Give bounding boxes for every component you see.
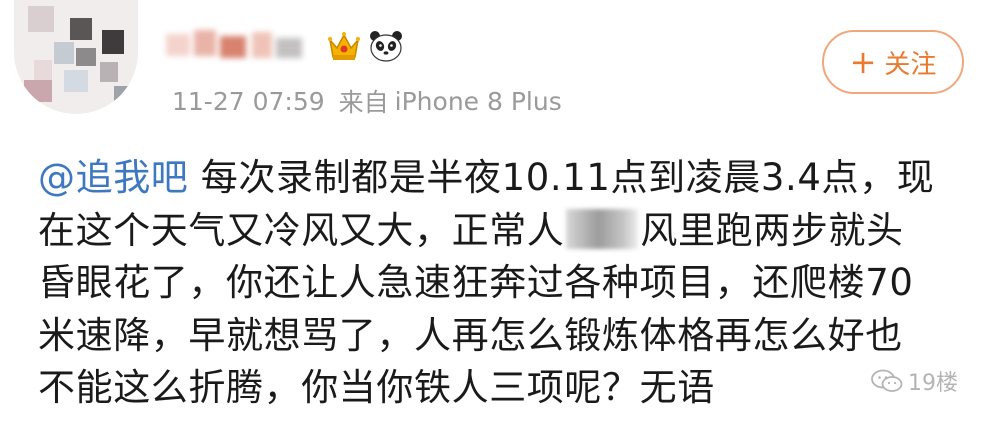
crown-icon [326, 28, 362, 64]
post-line-3: 昏眼花了，你还让人急速狂奔过各种项目，还爬楼70 [38, 261, 914, 304]
mention-link[interactable]: @追我吧 [38, 156, 188, 199]
follow-label: 关注 [884, 49, 937, 80]
redacted-word [566, 208, 639, 249]
source-prefix: 来自 [338, 88, 389, 117]
post-line-2: 在这个天气又冷风又大，正常人 风里跑两步就头 [38, 205, 958, 258]
panda-icon [368, 28, 404, 64]
post-text-2b: 风里跑两步就头 [640, 208, 904, 252]
post-text-2a: 在这个天气又冷风又大，正常人 [38, 208, 565, 252]
watermark: 19楼 [870, 364, 958, 398]
plus-icon: + [849, 43, 877, 81]
follow-button[interactable]: + 关注 [822, 30, 964, 94]
post-content: @追我吧 每次录制都是半夜10.11点到凌晨3.4点，现 在这个天气又冷风又大，… [38, 152, 958, 415]
post-line-4: 米速降，早就想骂了，人再怎么锻炼体格再怎么好也 [38, 313, 903, 357]
wechat-icon [871, 369, 903, 392]
post-text-1: 每次录制都是半夜10.11点到凌晨3.4点，现 [188, 156, 935, 199]
weibo-post-card: 11-27 07:59 来自 iPhone 8 Plus + 关注 @追我吧 每… [0, 0, 1000, 428]
source-device[interactable]: iPhone 8 Plus [395, 87, 562, 116]
post-line-1: @追我吧 每次录制都是半夜10.11点到凌晨3.4点，现 [38, 152, 958, 205]
username-redacted[interactable] [160, 26, 310, 68]
post-meta: 11-27 07:59 来自 iPhone 8 Plus [172, 84, 562, 118]
watermark-text: 19楼 [908, 371, 958, 396]
post-time: 11-27 07:59 [172, 86, 325, 116]
post-line-5: 不能这么折腾，你当你铁人三项呢？无语 [38, 366, 715, 409]
avatar[interactable] [14, 0, 138, 114]
